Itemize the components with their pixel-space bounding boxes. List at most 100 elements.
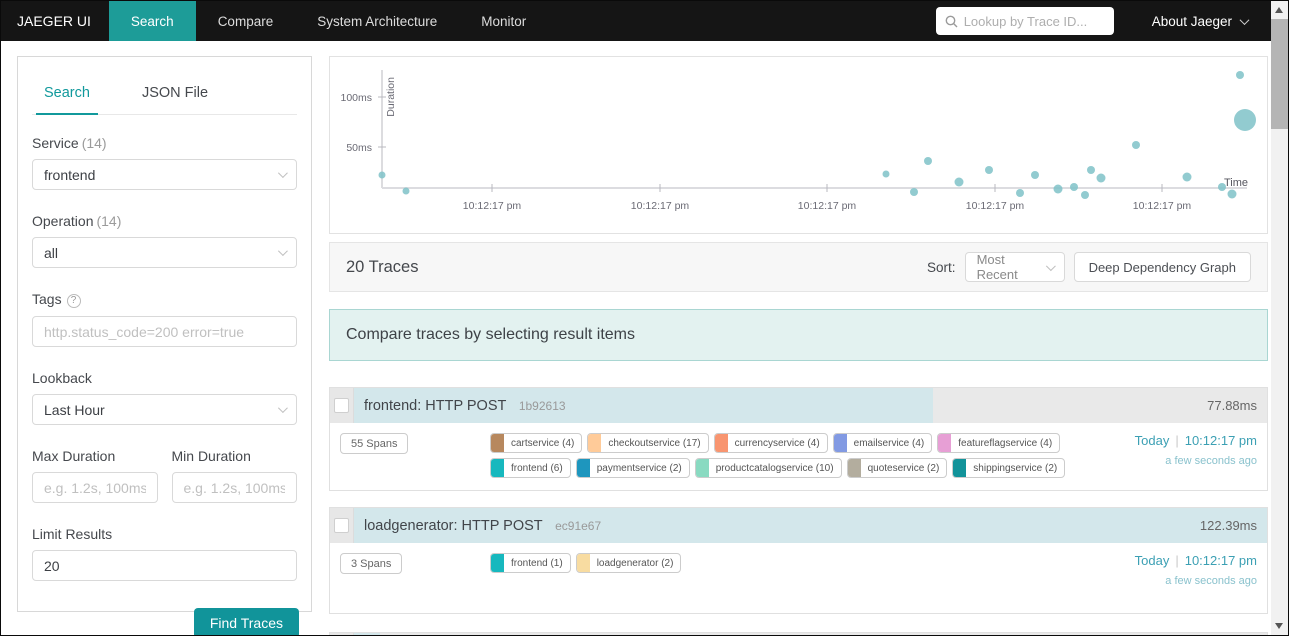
chevron-down-icon [1239,14,1250,25]
separator: | [1175,553,1179,568]
sort-select[interactable]: Most Recent [964,252,1065,282]
operation-select[interactable]: all [32,237,297,268]
max-duration-input[interactable] [44,479,146,496]
trace-id: ec91e67 [555,519,602,533]
app-title[interactable]: JAEGER UI [1,1,109,41]
tags-input[interactable] [44,323,285,340]
service-tag-label: frontend (1) [511,557,563,569]
trace-duration: 77.88ms [1207,398,1257,413]
trace-select-checkbox[interactable] [334,518,349,533]
span-count-pill: 55 Spans [340,433,409,454]
service-tag-pill: cartservice (4) [490,433,583,453]
lookback-label: Lookback [32,370,92,386]
service-color-chip [833,434,847,452]
operation-count: (14) [96,213,122,229]
scatter-plot-panel: 100ms 50ms 10:12:17 pm 10:12:17 pm 10:12:17 … [329,56,1268,234]
compare-banner: Compare traces by selecting result items [329,309,1268,361]
service-tag-label: shippingservice (2) [973,462,1058,474]
page-scrollbar[interactable] [1271,1,1288,635]
trace-header[interactable]: loadgenerator: HTTP POST ec91e67 122.39m… [330,508,1267,543]
separator: | [1175,433,1179,448]
service-field: Service (14) frontend [30,135,299,190]
service-color-chip [938,434,952,452]
max-duration-box [32,472,158,503]
service-color-chip [491,554,504,572]
trace-count: 20 Traces [346,257,419,276]
service-tag-label: featureflagservice (4) [958,437,1053,449]
svg-text:10:12:17 pm: 10:12:17 pm [1133,200,1192,212]
nav-tab-monitor[interactable]: Monitor [459,1,548,41]
results-header: 20 Traces Sort: Most Recent Deep Depende… [329,242,1268,292]
service-tag-pill: shippingservice (2) [952,458,1066,478]
span-count-pill: 3 Spans [340,553,403,574]
duration-scatter-plot[interactable]: 100ms 50ms 10:12:17 pm 10:12:17 pm 10:12:17 … [330,57,1269,233]
duration-bar-track: loadgenerator: HTTP POST ec91e67 122.39m… [354,508,1267,543]
deep-dependency-graph-button[interactable]: Deep Dependency Graph [1073,252,1251,282]
about-jaeger-label: About Jaeger [1151,13,1232,29]
service-tag-label: productcatalogservice (10) [715,462,834,474]
trace-time[interactable]: 10:12:17 pm [1185,433,1257,448]
limit-results-label: Limit Results [32,526,113,542]
scrollbar-up-arrow-icon[interactable] [1275,7,1283,13]
service-color-chip [847,459,861,477]
trace-timestamp: Today | 10:12:17 pm [1107,553,1257,568]
limit-results-field: Limit Results [30,526,299,581]
chevron-down-icon [1045,260,1056,271]
service-color-chip [714,434,728,452]
service-select-value: frontend [44,166,96,183]
service-tag-label: frontend (6) [511,462,563,474]
duration-bar-track: frontend: HTTP POST 1b92613 77.88ms [354,388,1267,423]
service-tag-pill: currencyservice (4) [713,433,828,453]
trace-select-checkbox[interactable] [334,398,349,413]
trace-lookup-input[interactable] [963,13,1105,29]
service-tags: cartservice (4) checkoutservice (17) curre… [490,433,1107,478]
nav-tab-compare[interactable]: Compare [196,1,296,41]
service-color-chip [576,554,590,572]
tags-label: Tags? [32,291,297,308]
lookback-select-value: Last Hour [44,401,105,418]
search-sidebar: Search JSON File Service (14) frontend Op… [17,56,312,635]
limit-results-input[interactable] [44,557,285,574]
find-traces-button[interactable]: Find Traces [193,608,299,635]
find-traces-row: Find Traces [30,608,299,635]
trace-relative-time: a few seconds ago [1165,575,1257,587]
trace-date[interactable]: Today [1135,433,1170,448]
lookback-select[interactable]: Last Hour [32,394,297,425]
service-color-chip [576,459,590,477]
trace-result-card: loadgenerator: HTTP POST ec91e67 122.39m… [329,507,1268,614]
service-tag-label: paymentservice (2) [596,462,682,474]
tab-search[interactable]: Search [36,75,98,115]
operation-select-value: all [44,244,59,261]
service-tag-label: cartservice (4) [511,437,575,449]
trace-relative-time: a few seconds ago [1165,455,1257,467]
results-main: 100ms 50ms 10:12:17 pm 10:12:17 pm 10:12:17 … [329,56,1268,635]
nav-tab-system-architecture[interactable]: System Architecture [295,1,459,41]
service-select[interactable]: frontend [32,159,297,190]
trace-time[interactable]: 10:12:17 pm [1185,553,1257,568]
service-color-chip [588,434,602,452]
service-tag-pill: loadgenerator (2) [575,553,682,573]
service-tag-pill: frontend (6) [490,458,571,478]
trace-id: 1b92613 [518,399,566,413]
limit-results-box [32,550,297,581]
trace-timestamp: Today | 10:12:17 pm [1107,433,1257,448]
chevron-down-icon [277,246,288,257]
service-tag-label: quoteservice (2) [867,462,940,474]
trace-time-column: Today | 10:12:17 pm a few seconds ago [1107,433,1257,467]
operation-label: Operation (14) [32,213,122,229]
span-count-column: 55 Spans [340,433,490,454]
help-icon[interactable]: ? [66,294,81,308]
tab-json-file[interactable]: JSON File [134,75,216,114]
svg-text:10:12:17 pm: 10:12:17 pm [798,200,857,212]
trace-header[interactable]: frontend: HTTP POST 1b92613 77.88ms [330,388,1267,423]
nav-tab-search[interactable]: Search [108,1,196,41]
trace-date[interactable]: Today [1135,553,1170,568]
about-jaeger-menu[interactable]: About Jaeger [1151,13,1250,29]
service-tag-label: checkoutservice (17) [608,437,701,449]
min-duration-input[interactable] [183,479,285,496]
service-color-chip [695,459,709,477]
service-tag-pill: checkoutservice (17) [587,433,709,453]
scrollbar-thumb[interactable] [1271,19,1288,129]
scrollbar-down-arrow-icon[interactable] [1275,623,1283,629]
service-tag-pill: featureflagservice (4) [937,433,1061,453]
